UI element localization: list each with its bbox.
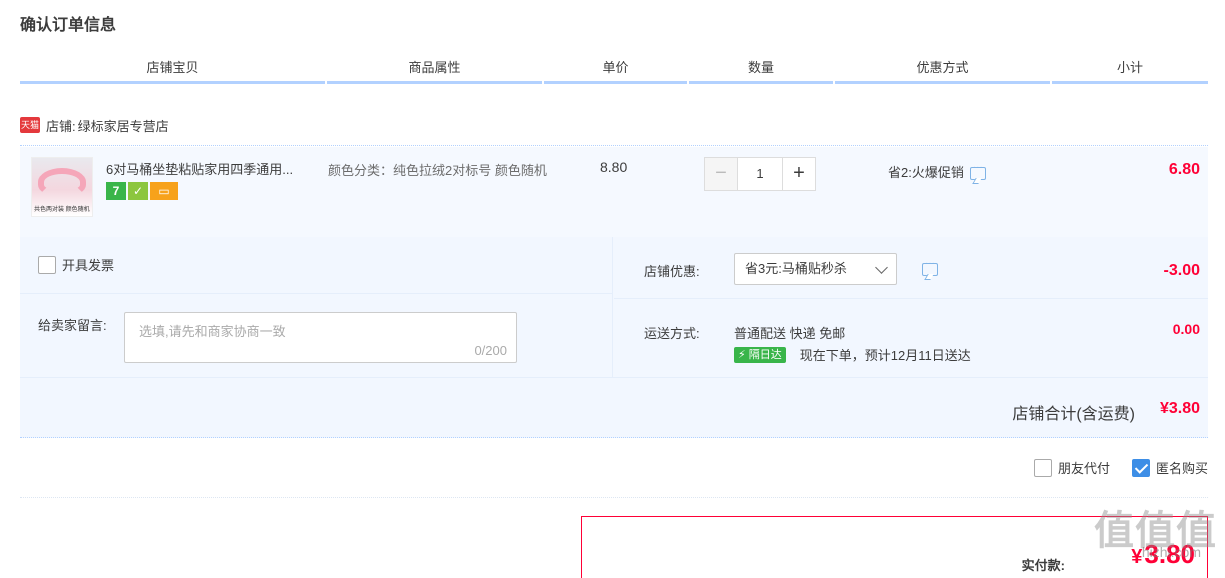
col-header-subtotal: 小计 — [1052, 58, 1208, 84]
divider — [20, 497, 1208, 498]
product-title-link[interactable]: 6对马桶坐垫粘贴家用四季通用... — [106, 159, 318, 178]
promotion-text: 省2:火爆促销 — [888, 165, 964, 180]
chat-icon[interactable] — [969, 162, 986, 180]
watermark-url: hizhi.com — [1141, 544, 1201, 560]
message-placeholder: 选填,请先和商家协商一致 — [139, 324, 286, 339]
shipping-eta: 现在下单，预计12月11日送达 — [799, 348, 971, 363]
message-char-counter: 0/200 — [474, 343, 507, 358]
shipping-amount: 0.00 — [1172, 321, 1200, 337]
shop-discount-amount: -3.00 — [1163, 262, 1200, 279]
shop-total-amount: ¥3.80 — [1159, 400, 1200, 417]
shop-name-link[interactable]: 绿标家居专营店 — [78, 116, 169, 135]
invoice-option[interactable]: 开具发票 — [38, 255, 114, 274]
invoice-checkbox[interactable] — [38, 255, 56, 274]
quantity-increase-button[interactable]: + — [782, 157, 816, 191]
page-title: 确认订单信息 — [20, 17, 117, 34]
col-header-quantity: 数量 — [689, 58, 833, 84]
col-header-unit-price: 单价 — [544, 58, 687, 84]
divider — [614, 298, 1208, 299]
shop-guarantee-icon[interactable]: ✓ — [128, 182, 148, 200]
chat-icon[interactable] — [922, 258, 938, 276]
quantity-stepper: − 1 + — [704, 157, 816, 191]
column-headers: 店铺宝贝 商品属性 单价 数量 优惠方式 小计 — [20, 58, 1208, 84]
col-header-shop-item: 店铺宝贝 — [20, 58, 325, 84]
toilet-seat-pad-image — [38, 168, 86, 196]
quantity-decrease-button[interactable]: − — [704, 157, 738, 191]
shop-row: 天猫 店铺: 绿标家居专营店 — [20, 115, 169, 135]
item-promotion: 省2:火爆促销 — [888, 162, 986, 181]
friend-pay-label: 朋友代付 — [1057, 461, 1110, 476]
order-options: 朋友代付 匿名购买 — [1012, 458, 1208, 477]
product-attributes: 颜色分类：纯色拉绒2对标号 颜色随机 — [328, 163, 547, 178]
invoice-label: 开具发票 — [62, 258, 115, 273]
next-day-delivery-badge: ⚡ 隔日达 — [734, 346, 786, 363]
divider — [20, 293, 613, 294]
shop-total-bar: 店铺合计(含运费) ¥3.80 — [20, 377, 1208, 438]
service-badges: 7 ✓ ▭ — [106, 182, 178, 200]
chevron-down-icon — [875, 261, 888, 274]
order-item-row: 共色两对装 颜色随机 6对马桶坐垫粘贴家用四季通用... 7 ✓ ▭ 颜色分类：… — [20, 147, 1208, 237]
order-extras-panel: 开具发票 给卖家留言: 选填,请先和商家协商一致 0/200 店铺优惠: 省3元… — [20, 237, 1208, 377]
shop-discount-label: 店铺优惠: — [644, 264, 700, 279]
tmall-icon: 天猫 — [20, 117, 40, 133]
shipping-label: 运送方式: — [644, 326, 700, 341]
col-header-promotion: 优惠方式 — [835, 58, 1050, 84]
shop-discount-select[interactable]: 省3元:马桶贴秒杀 — [734, 253, 897, 285]
payment-label: 实付款: — [1021, 558, 1065, 573]
next-day-badge-text: 隔日达 — [748, 348, 782, 361]
thumbnail-caption: 共色两对装 颜色随机 — [34, 207, 90, 213]
friend-pay-checkbox[interactable] — [1033, 458, 1052, 477]
card-payment-icon[interactable]: ▭ — [150, 182, 178, 200]
anonymous-purchase-option[interactable]: 匿名购买 — [1131, 458, 1208, 477]
item-subtotal: 6.80 — [1168, 161, 1200, 178]
shop-label: 店铺: — [46, 118, 76, 134]
message-label: 给卖家留言: — [38, 318, 107, 333]
shipping-eta-row: ⚡ 隔日达 现在下单，预计12月11日送达 — [734, 345, 971, 364]
shop-discount-selected: 省3元:马桶贴秒杀 — [745, 261, 847, 276]
divider — [20, 145, 1208, 146]
shop-total-label: 店铺合计(含运费) — [1012, 406, 1135, 423]
shipping-method: 普通配送 快递 免邮 — [734, 326, 846, 341]
seven-days-return-icon[interactable]: 7 — [106, 182, 126, 200]
quantity-input[interactable]: 1 — [738, 157, 782, 191]
anonymous-purchase-checkbox[interactable] — [1131, 458, 1150, 477]
unit-price: 8.80 — [600, 159, 628, 175]
product-thumbnail[interactable]: 共色两对装 颜色随机 — [31, 157, 93, 217]
friend-pay-option[interactable]: 朋友代付 — [1033, 458, 1110, 477]
seller-message-textarea[interactable]: 选填,请先和商家协商一致 0/200 — [124, 312, 517, 363]
col-header-attributes: 商品属性 — [327, 58, 542, 84]
anonymous-purchase-label: 匿名购买 — [1155, 461, 1208, 476]
extras-left: 开具发票 给卖家留言: 选填,请先和商家协商一致 0/200 — [20, 237, 613, 377]
